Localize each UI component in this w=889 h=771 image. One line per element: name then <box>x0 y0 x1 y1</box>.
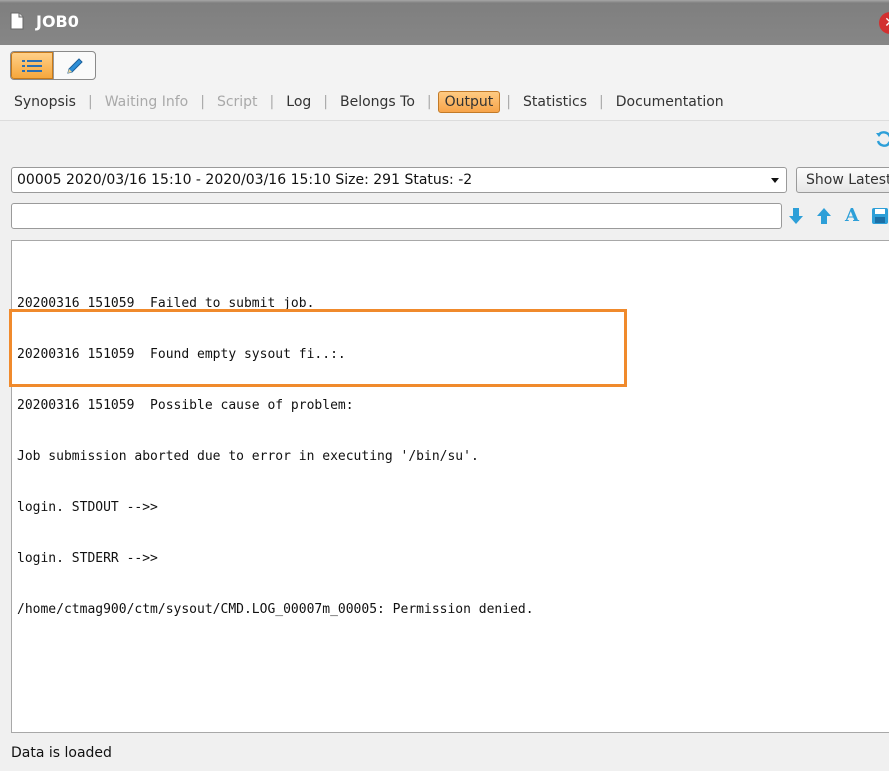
dropdown-arrow-icon <box>771 178 779 183</box>
tab-log[interactable]: Log <box>280 92 317 112</box>
pencil-icon <box>66 57 83 74</box>
edit-button[interactable] <box>53 52 95 79</box>
tab-synopsis[interactable]: Synopsis <box>8 92 82 112</box>
tab-bar: Synopsis | Waiting Info | Script | Log |… <box>8 89 730 115</box>
document-icon <box>10 12 24 30</box>
search-input[interactable] <box>11 203 782 229</box>
tab-separator: | <box>506 94 511 110</box>
selected-run-value: 00005 2020/03/16 15:10 - 2020/03/16 15:1… <box>17 172 473 188</box>
tab-separator: | <box>200 94 205 110</box>
error-highlight-box <box>9 309 627 387</box>
status-message: Data is loaded <box>11 745 112 761</box>
tab-script[interactable]: Script <box>211 92 264 112</box>
match-case-button[interactable]: A <box>842 206 862 226</box>
tab-separator: | <box>87 94 93 110</box>
action-bar <box>0 120 889 156</box>
tab-separator: | <box>426 94 432 110</box>
refresh-icon[interactable] <box>874 129 889 149</box>
save-icon <box>872 208 888 224</box>
tab-separator: | <box>269 94 275 110</box>
log-line: login. STDOUT -->> <box>17 500 158 515</box>
tab-documentation[interactable]: Documentation <box>610 92 730 112</box>
window-title: JOB0 <box>36 12 79 31</box>
show-latest-button[interactable]: Show Latest <box>796 167 889 193</box>
save-button[interactable] <box>870 206 889 226</box>
find-previous-button[interactable] <box>814 206 834 226</box>
arrow-down-icon <box>789 208 803 224</box>
list-icon <box>22 59 42 72</box>
tab-separator: | <box>599 94 604 110</box>
log-line: /home/ctmag900/ctm/sysout/CMD.LOG_00007m… <box>17 602 534 617</box>
close-icon: ✕ <box>884 15 889 31</box>
list-view-button[interactable] <box>11 52 53 79</box>
log-line: Job submission aborted due to error in e… <box>17 449 479 464</box>
tab-statistics[interactable]: Statistics <box>517 92 593 112</box>
tab-output[interactable]: Output <box>437 91 501 113</box>
tab-waiting-info[interactable]: Waiting Info <box>99 92 195 112</box>
search-tools: A <box>786 206 889 226</box>
tab-belongs-to[interactable]: Belongs To <box>334 92 421 112</box>
toolbar: Synopsis | Waiting Info | Script | Log |… <box>0 45 889 120</box>
view-toggle <box>10 51 96 80</box>
output-run-select[interactable]: 00005 2020/03/16 15:10 - 2020/03/16 15:1… <box>11 167 787 193</box>
arrow-up-icon <box>817 208 831 224</box>
find-next-button[interactable] <box>786 206 806 226</box>
title-bar: JOB0 ✕ <box>0 0 889 45</box>
close-button[interactable]: ✕ <box>879 12 889 34</box>
log-line: login. STDERR -->> <box>17 551 158 566</box>
font-icon: A <box>845 205 859 226</box>
tab-separator: | <box>323 94 328 110</box>
log-line: 20200316 151059 Possible cause of proble… <box>17 398 354 413</box>
